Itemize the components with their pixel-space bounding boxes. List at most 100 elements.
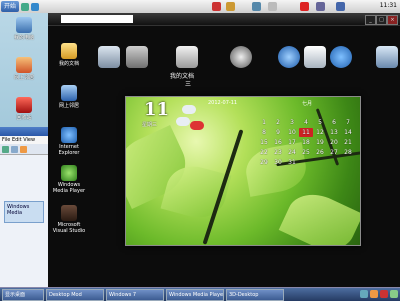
system-tray: [360, 290, 398, 298]
calendar-day: [313, 108, 327, 117]
ie-dock-icon[interactable]: [330, 46, 352, 68]
calendar-day[interactable]: 24: [285, 148, 299, 157]
explorer-window: File Edit View Windows Media: [0, 127, 49, 287]
printer-dock-icon[interactable]: [176, 46, 198, 68]
calendar-day: [313, 158, 327, 167]
calendar-day[interactable]: 14: [341, 128, 355, 137]
calendar-day[interactable]: 15: [257, 138, 271, 147]
calendar-day[interactable]: 31: [285, 158, 299, 167]
window-icon-network[interactable]: 网上邻居: [52, 85, 86, 109]
task-button[interactable]: Windows Media Player: [166, 288, 224, 301]
calendar-day[interactable]: 30: [271, 158, 285, 167]
calendar-day[interactable]: 17: [285, 138, 299, 147]
desktop-icon-recycle[interactable]: 回收站: [1, 97, 47, 121]
calendar-day[interactable]: 20: [327, 138, 341, 147]
task-button[interactable]: 显示桌面: [2, 288, 44, 301]
calendar-day[interactable]: 26: [313, 148, 327, 157]
calendar-day[interactable]: 19: [313, 138, 327, 147]
computer-dock-icon[interactable]: [98, 46, 120, 68]
desktop-icon-label: 我的电脑: [13, 35, 34, 41]
day-subtitle: 星期三: [142, 122, 158, 128]
quicklaunch-shield-icon[interactable]: [300, 2, 309, 11]
quicklaunch-red-icon[interactable]: [212, 2, 221, 11]
calendar: 七月 1 2 3 4 5 6 7 8 9 10 11 12 13 14 15 16 17 18 19 20 21 22 23…: [257, 100, 357, 167]
recycle-bin-dock-icon[interactable]: [376, 46, 398, 68]
window-icon-documents[interactable]: 我的文档: [52, 43, 86, 67]
quicklaunch-orange-icon[interactable]: [226, 2, 235, 11]
quicklaunch-grey-icon[interactable]: [268, 2, 277, 11]
calendar-day[interactable]: 16: [271, 138, 285, 147]
day-number: 11: [144, 99, 170, 120]
window-titlebar[interactable]: _ □ ×: [48, 13, 400, 26]
task-button[interactable]: Windows 7: [106, 288, 164, 301]
mail-dock-icon[interactable]: [304, 46, 326, 68]
calendar-day[interactable]: 28: [341, 148, 355, 157]
calendar-day[interactable]: 1: [257, 118, 271, 127]
explorer-selected-item[interactable]: Windows Media: [4, 201, 44, 223]
calendar-day[interactable]: 27: [327, 148, 341, 157]
tray-app-icon[interactable]: [390, 290, 398, 298]
calendar-day[interactable]: 13: [327, 128, 341, 137]
calendar-day[interactable]: 8: [257, 128, 271, 137]
tray-security-icon[interactable]: [380, 290, 388, 298]
calendar-day: [341, 108, 355, 117]
calendar-day[interactable]: 23: [271, 148, 285, 157]
desktop-icon-label: 回收站: [16, 115, 32, 121]
address-field[interactable]: [61, 15, 133, 23]
calendar-day[interactable]: 12: [313, 128, 327, 137]
tray-volume-icon[interactable]: [370, 290, 378, 298]
calendar-day[interactable]: 4: [299, 118, 313, 127]
start-button[interactable]: 开始: [1, 1, 20, 12]
close-button[interactable]: ×: [387, 15, 398, 25]
calendar-day[interactable]: 10: [285, 128, 299, 137]
calendar-day[interactable]: 21: [341, 138, 355, 147]
calendar-day[interactable]: 18: [299, 138, 313, 147]
task-button[interactable]: 3D-Desktop: [226, 288, 284, 301]
quicklaunch-mail-icon[interactable]: [336, 2, 345, 11]
explorer-title[interactable]: [0, 127, 48, 136]
quicklaunch-app-icon[interactable]: [316, 2, 325, 11]
media-player-icon: [61, 165, 77, 181]
calendar-day[interactable]: 6: [327, 118, 341, 127]
disc-dock-icon[interactable]: [230, 46, 252, 68]
calendar-widget[interactable]: 11 星期三 2012-07-11 七月 1 2 3 4 5 6 7 8 9 10 11 12 13 14…: [125, 96, 361, 246]
calendar-day[interactable]: 5: [313, 118, 327, 127]
window-icon-visualstudio[interactable]: Microsoft Visual Studio: [52, 205, 86, 234]
folder-icon[interactable]: [20, 145, 27, 153]
forward-icon[interactable]: [11, 145, 18, 153]
explorer-menu[interactable]: File Edit View: [0, 136, 48, 144]
window-icon-mediaplayer[interactable]: Windows Media Player: [52, 165, 86, 194]
calendar-month: 七月: [301, 101, 312, 107]
window-icon-label: Internet Explorer: [58, 144, 80, 156]
calendar-day: [285, 108, 299, 117]
quicklaunch-blue-icon[interactable]: [252, 2, 261, 11]
calendar-day: [271, 108, 285, 117]
window-icon-label: 我的文档: [58, 61, 79, 67]
back-icon[interactable]: [2, 145, 9, 153]
calendar-day[interactable]: 3: [285, 118, 299, 127]
calendar-day[interactable]: 25: [299, 148, 313, 157]
media-dock-icon[interactable]: [278, 46, 300, 68]
desktop-icon-network[interactable]: 网上邻居: [1, 57, 47, 81]
window-icon-ie[interactable]: Internet Explorer: [52, 127, 86, 156]
desktop-icon-computer[interactable]: 我的电脑: [1, 17, 47, 41]
calendar-day[interactable]: 11: [299, 128, 313, 137]
date-text: 2012-07-11: [208, 100, 238, 106]
window-icon-label: Microsoft Visual Studio: [52, 222, 86, 234]
calendar-day[interactable]: 9: [271, 128, 285, 137]
calendar-day: [341, 158, 355, 167]
maximize-button[interactable]: □: [376, 15, 387, 25]
browser-icon[interactable]: [31, 2, 40, 11]
taskbar: 显示桌面 Desktop Mod Windows 7 Windows Media…: [0, 287, 400, 301]
calendar-day[interactable]: 7: [341, 118, 355, 127]
task-button[interactable]: Desktop Mod: [46, 288, 104, 301]
monitor-dock-icon[interactable]: [126, 46, 148, 68]
desktop-icon-label: 网上邻居: [13, 75, 34, 81]
explorer-toolbar: [0, 144, 48, 155]
calendar-day[interactable]: 2: [271, 118, 285, 127]
desktop-icon[interactable]: [21, 2, 30, 11]
calendar-day[interactable]: 22: [257, 148, 271, 157]
tray-network-icon[interactable]: [360, 290, 368, 298]
minimize-button[interactable]: _: [365, 15, 376, 25]
calendar-day[interactable]: 29: [257, 158, 271, 167]
